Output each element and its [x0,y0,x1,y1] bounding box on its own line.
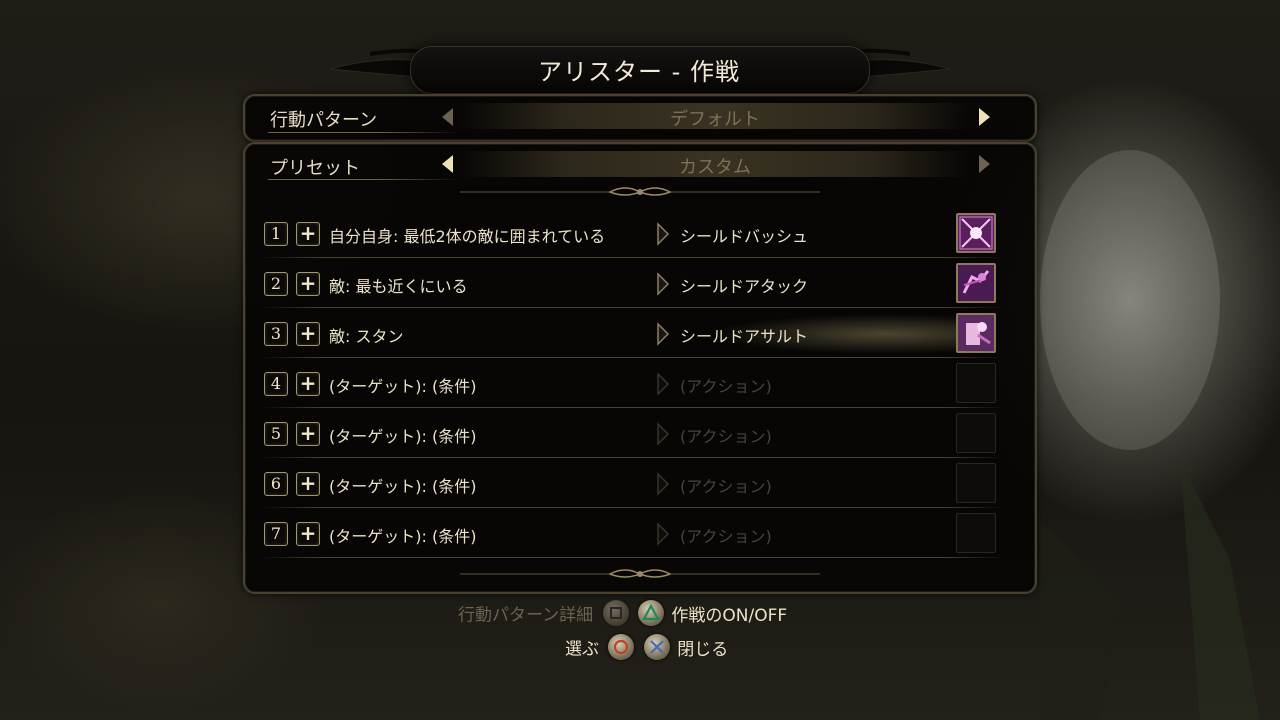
cross-button-icon[interactable] [643,634,670,660]
tactic-action[interactable]: シールドアサルト [680,323,808,347]
tactic-number: 7 [264,522,288,546]
tactic-action[interactable]: (アクション) [680,473,772,497]
divider-ornament-bottom [460,569,820,578]
tactic-row-3[interactable]: 3 + 敵: スタン シールドアサルト [262,310,1004,358]
circle-button-icon[interactable] [608,634,635,660]
page-title: アリスター - 作戦 [538,58,740,86]
tactic-condition[interactable]: 敵: スタン [329,323,403,347]
add-tactic-button[interactable]: + [296,472,320,496]
close-label: 閉じる [677,639,729,660]
preset-underline [268,179,458,180]
tactics-toggle-label: 作戦のON/OFF [671,605,788,626]
behavior-value: デフォルト [670,109,760,130]
triangle-button-icon[interactable] [637,600,664,626]
shield-attack-skill-icon [956,263,996,303]
tactic-condition[interactable]: (ターゲット): (条件) [329,373,476,397]
tactic-action[interactable]: (アクション) [680,523,772,547]
row-divider [262,307,1004,308]
tactic-action[interactable]: (アクション) [680,373,772,397]
action-arrow-icon [657,522,670,546]
tactic-action[interactable]: (アクション) [680,423,772,447]
row-divider [262,557,1004,558]
action-arrow-icon [657,422,670,446]
row-divider [262,457,1004,458]
footer-row-2: 選ぶ 閉じる [565,634,728,660]
square-button-icon[interactable] [602,600,629,626]
tactic-condition[interactable]: 自分自身: 最低2体の敵に囲まれている [329,223,605,247]
shield-bash-skill-icon [956,213,996,253]
add-tactic-button[interactable]: + [296,372,320,396]
tactic-row-2[interactable]: 2 + 敵: 最も近くにいる シールドアタック [262,260,1004,308]
tactic-condition[interactable]: (ターゲット): (条件) [329,523,476,547]
empty-skill-slot [956,463,996,503]
tactic-number: 6 [264,472,288,496]
preset-prev-arrow-icon[interactable] [442,155,453,173]
tactic-row-4[interactable]: 4 + (ターゲット): (条件) (アクション) [262,360,1004,408]
add-tactic-button[interactable]: + [296,422,320,446]
empty-skill-slot [956,513,996,553]
add-tactic-button[interactable]: + [296,222,320,246]
behavior-label: 行動パターン [270,110,378,131]
empty-skill-slot [956,363,996,403]
divider-ornament-top [460,187,820,196]
tactic-row-1[interactable]: 1 + 自分自身: 最低2体の敵に囲まれている シールドバッシュ [262,210,1004,258]
tactic-row-7[interactable]: 7 + (ターゲット): (条件) (アクション) [262,510,1004,558]
action-arrow-icon [657,272,670,296]
tactic-number: 3 [264,322,288,346]
action-arrow-icon [657,322,670,346]
behavior-detail-label: 行動パターン詳細 [458,605,594,626]
action-arrow-icon [657,222,670,246]
row-divider [262,407,1004,408]
empty-skill-slot [956,413,996,453]
tactic-action[interactable]: シールドアタック [680,273,808,297]
add-tactic-button[interactable]: + [296,522,320,546]
tactic-number: 5 [264,422,288,446]
tactic-action[interactable]: シールドバッシュ [680,223,808,247]
add-tactic-button[interactable]: + [296,272,320,296]
behavior-prev-arrow-icon[interactable] [442,108,453,126]
preset-next-arrow-icon[interactable] [979,155,990,173]
tactic-number: 4 [264,372,288,396]
behavior-underline [268,132,458,133]
action-arrow-icon [657,372,670,396]
select-label: 選ぶ [565,639,599,660]
tactic-condition[interactable]: 敵: 最も近くにいる [329,273,467,297]
preset-label: プリセット [270,158,360,179]
add-tactic-button[interactable]: + [296,322,320,346]
row-divider [262,257,1004,258]
action-arrow-icon [657,472,670,496]
tactic-number: 2 [264,272,288,296]
tactic-condition[interactable]: (ターゲット): (条件) [329,423,476,447]
tactic-row-6[interactable]: 6 + (ターゲット): (条件) (アクション) [262,460,1004,508]
row-divider [262,357,1004,358]
preset-value: カスタム [679,157,751,178]
tactic-number: 1 [264,222,288,246]
footer-row-1: 行動パターン詳細 作戦のON/OFF [458,600,787,626]
tactic-row-5[interactable]: 5 + (ターゲット): (条件) (アクション) [262,410,1004,458]
tactic-condition[interactable]: (ターゲット): (条件) [329,473,476,497]
behavior-next-arrow-icon[interactable] [979,108,990,126]
row-divider [262,507,1004,508]
shield-assault-skill-icon [956,313,996,353]
